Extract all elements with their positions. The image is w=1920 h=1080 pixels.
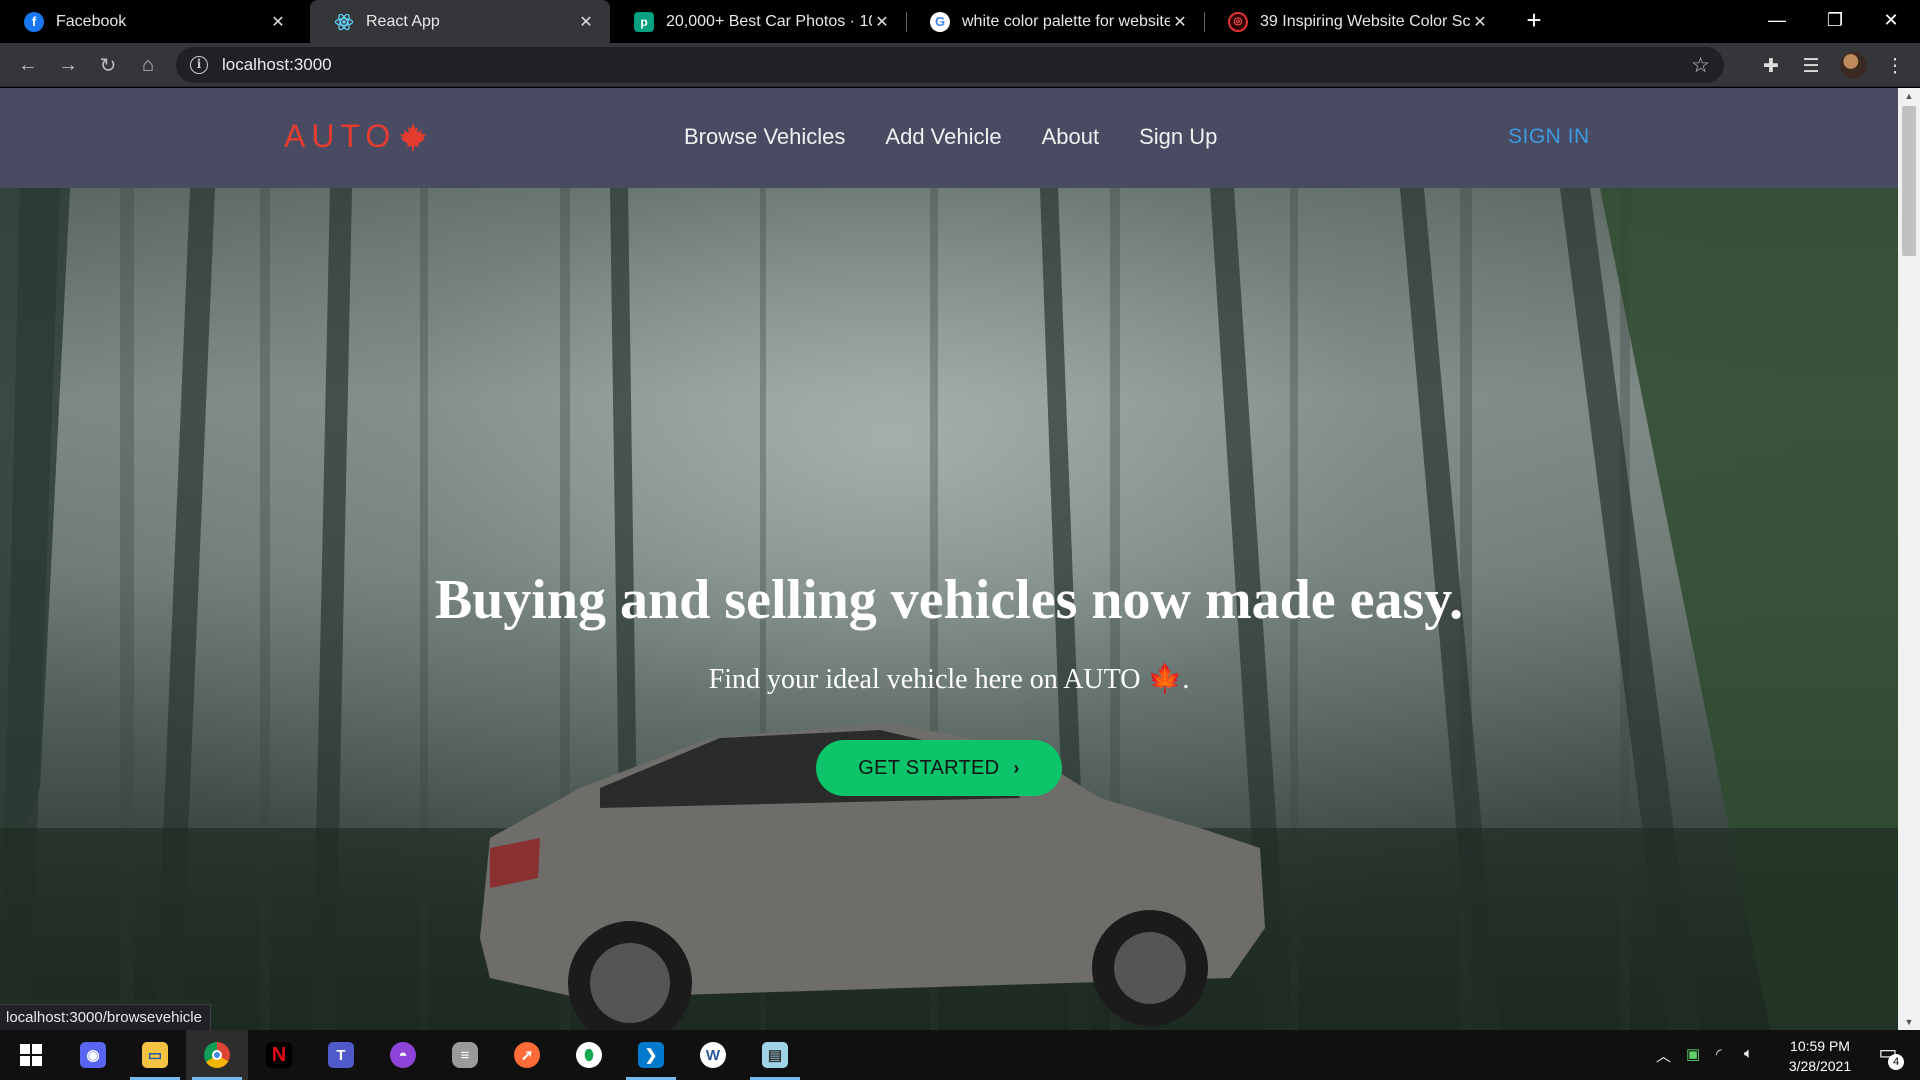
bookmark-star-icon[interactable]: ☆ (1691, 53, 1710, 78)
folder-icon: ▭ (142, 1042, 168, 1068)
site-navbar: AUTO Browse Vehicles Add Vehicle About S… (0, 88, 1898, 188)
tab-title: Facebook (56, 12, 127, 30)
taskbar-word[interactable]: W (682, 1030, 744, 1080)
main-menu: Browse Vehicles Add Vehicle About Sign U… (684, 124, 1217, 150)
clock-date: 3/28/2021 (1788, 1058, 1852, 1074)
tab-react-app[interactable]: React App ✕ (310, 0, 610, 43)
scroll-down-arrow-icon[interactable]: ▼ (1898, 1014, 1920, 1030)
suv-image (480, 723, 1265, 1030)
close-icon[interactable]: ✕ (1170, 12, 1190, 32)
vscode-icon: ❯ (638, 1042, 664, 1068)
reload-button[interactable]: ↻ (92, 49, 124, 81)
maple-leaf-icon (400, 122, 427, 151)
restore-button[interactable]: ❐ (1806, 0, 1864, 40)
hero-title: Buying and selling vehicles now made eas… (434, 569, 1464, 631)
system-clock[interactable]: 10:59 PM 3/28/2021 (1772, 1036, 1868, 1076)
discord-icon: ◉ (80, 1042, 106, 1068)
logo-text: AUTO (284, 118, 397, 154)
pexels-icon: p (634, 11, 654, 32)
taskbar-mongodb[interactable]: ⬮ (558, 1030, 620, 1080)
profile-avatar[interactable] (1840, 52, 1867, 79)
close-icon[interactable]: ✕ (1470, 12, 1490, 32)
get-started-label: GET STARTED (858, 756, 1000, 779)
windows-taskbar: ◉ ▭ N T ◓ ≡ ➚ ⬮ ❯ W ▤ ︿ ▣ ◜ 🔈︎ 10:59 PM … (0, 1030, 1920, 1080)
react-icon (334, 12, 354, 32)
home-button[interactable]: ⌂ (132, 49, 164, 81)
postman-icon: ➚ (514, 1042, 540, 1068)
nav-add-vehicle[interactable]: Add Vehicle (885, 124, 1001, 150)
close-icon[interactable]: ✕ (872, 12, 892, 32)
wifi-icon[interactable]: ◜ (1716, 1045, 1722, 1063)
close-icon[interactable]: ✕ (268, 12, 288, 32)
get-started-button[interactable]: GET STARTED › (816, 740, 1062, 796)
nav-sign-up[interactable]: Sign Up (1139, 124, 1217, 150)
volume-icon[interactable]: 🔈︎ (1744, 1045, 1753, 1062)
taskbar-github-desktop[interactable]: ◓ (372, 1030, 434, 1080)
hero-subtitle: Find your ideal vehicle here on AUTO 🍁. (708, 664, 1190, 695)
taskbar-postman[interactable]: ➚ (496, 1030, 558, 1080)
teams-icon: T (328, 1042, 354, 1068)
windows-logo-icon (20, 1044, 42, 1066)
tab-car-photos[interactable]: p 20,000+ Best Car Photos · 100% F ✕ (610, 0, 906, 43)
taskbar-vscode[interactable]: ❯ (620, 1030, 682, 1080)
taskbar-netflix[interactable]: N (248, 1030, 310, 1080)
media-control-icon[interactable]: ☰ (1798, 53, 1824, 79)
site-logo[interactable]: AUTO (284, 118, 428, 155)
page-viewport: AUTO Browse Vehicles Add Vehicle About S… (0, 88, 1898, 1030)
browser-toolbar: ← → ↻ ⌂ i localhost:3000 ☆ ✚ ☰ ⋮ (0, 43, 1920, 87)
scrollbar-thumb[interactable] (1902, 106, 1916, 256)
google-icon: G (930, 11, 950, 32)
tab-title: 39 Inspiring Website Color Schem (1260, 12, 1470, 30)
facebook-icon: f (24, 11, 44, 32)
taskbar-discord[interactable]: ◉ (62, 1030, 124, 1080)
taskbar-teams[interactable]: T (310, 1030, 372, 1080)
scroll-up-arrow-icon[interactable]: ▲ (1898, 88, 1920, 104)
start-button[interactable] (0, 1030, 62, 1080)
tab-facebook[interactable]: f Facebook ✕ (0, 0, 302, 43)
website-icon: ◎ (1228, 11, 1248, 32)
tab-color-schemes[interactable]: ◎ 39 Inspiring Website Color Schem ✕ (1204, 0, 1504, 43)
nav-browse-vehicles[interactable]: Browse Vehicles (684, 124, 845, 150)
menu-kebab-icon[interactable]: ⋮ (1882, 53, 1908, 79)
mongodb-leaf-icon: ⬮ (576, 1042, 602, 1068)
clock-time: 10:59 PM (1790, 1038, 1850, 1054)
tab-google-search[interactable]: G white color palette for website - C ✕ (906, 0, 1204, 43)
tray-overflow-chevron-icon[interactable]: ︿ (1656, 1045, 1671, 1066)
action-center-button[interactable]: ▭ 4 (1868, 1040, 1908, 1070)
tab-title: white color palette for website - C (962, 12, 1170, 30)
taskbar-notepad[interactable]: ▤ (744, 1030, 806, 1080)
new-tab-button[interactable]: + (1520, 7, 1548, 35)
tab-strip: f Facebook ✕ React App ✕ p 20,000+ Best … (0, 0, 1920, 43)
taskbar-database[interactable]: ≡ (434, 1030, 496, 1080)
tab-title: 20,000+ Best Car Photos · 100% F (666, 12, 872, 30)
nav-about[interactable]: About (1042, 124, 1100, 150)
netflix-icon: N (266, 1042, 292, 1068)
minimize-button[interactable]: — (1748, 0, 1806, 40)
forward-button[interactable]: → (52, 49, 84, 81)
close-window-button[interactable]: ✕ (1862, 0, 1920, 40)
page-scrollbar[interactable]: ▲ ▼ (1898, 88, 1920, 1030)
hero-section: Buying and selling vehicles now made eas… (0, 188, 1898, 1030)
tab-title: React App (366, 12, 440, 30)
database-icon: ≡ (452, 1042, 478, 1068)
chrome-icon (204, 1042, 230, 1068)
taskbar-file-explorer[interactable]: ▭ (124, 1030, 186, 1080)
link-status-bubble: localhost:3000/browsevehicle (0, 1004, 211, 1030)
extensions-icon[interactable]: ✚ (1758, 53, 1784, 79)
close-icon[interactable]: ✕ (576, 12, 596, 32)
notepad-icon: ▤ (762, 1042, 788, 1068)
info-icon[interactable]: i (190, 56, 208, 74)
back-button[interactable]: ← (12, 49, 44, 81)
github-icon: ◓ (390, 1042, 416, 1068)
address-bar[interactable]: i localhost:3000 ☆ (176, 47, 1724, 83)
chevron-right-icon: › (1013, 757, 1020, 778)
sign-in-link[interactable]: SIGN IN (1508, 125, 1590, 149)
battery-icon[interactable]: ▣ (1686, 1045, 1700, 1063)
taskbar-chrome[interactable] (186, 1030, 248, 1080)
word-icon: W (700, 1042, 726, 1068)
notification-count-badge: 4 (1888, 1054, 1904, 1070)
url-text: localhost:3000 (222, 55, 332, 74)
